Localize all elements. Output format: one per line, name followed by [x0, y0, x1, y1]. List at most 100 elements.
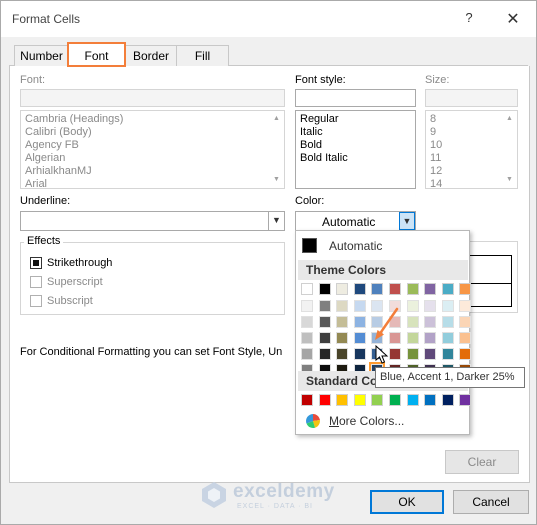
theme-shade-swatch[interactable] [301, 348, 313, 360]
font-list-item[interactable]: Algerian [21, 152, 284, 165]
more-colors-option[interactable]: More Colors... [298, 411, 468, 431]
standard-color-swatch[interactable] [424, 394, 437, 406]
font-list-item[interactable]: Arial [21, 178, 284, 188]
color-select[interactable]: Automatic ▼ [295, 211, 416, 231]
help-button[interactable]: ? [462, 10, 476, 28]
theme-shade-swatch[interactable] [336, 300, 349, 312]
font-style-item[interactable]: Bold Italic [296, 152, 415, 165]
size-list-scrollbar[interactable]: ▲ ▼ [502, 111, 517, 188]
standard-color-swatch[interactable] [318, 394, 331, 406]
font-style-list[interactable]: Regular Italic Bold Bold Italic [295, 110, 416, 189]
standard-color-swatch[interactable] [353, 394, 366, 406]
subscript-checkbox[interactable] [30, 295, 42, 307]
font-list-item[interactable]: ArhialkhanMJ [21, 165, 284, 178]
theme-shade-swatch[interactable] [424, 316, 437, 328]
theme-shade-swatch[interactable] [424, 332, 437, 344]
cancel-button[interactable]: Cancel [453, 490, 529, 514]
theme-shade-swatch[interactable] [336, 316, 349, 328]
superscript-label: Superscript [47, 276, 103, 288]
standard-color-swatch[interactable] [371, 394, 384, 406]
theme-color-swatch[interactable] [389, 283, 401, 295]
font-list-item[interactable]: Agency FB [21, 139, 284, 152]
theme-shade-swatch[interactable] [459, 332, 472, 344]
theme-shade-swatch[interactable] [441, 316, 454, 328]
font-list[interactable]: Cambria (Headings) Calibri (Body) Agency… [20, 110, 285, 189]
superscript-checkbox[interactable] [30, 276, 42, 288]
automatic-color-option[interactable]: Automatic [297, 232, 468, 258]
theme-color-swatch[interactable] [459, 283, 472, 295]
font-list-scrollbar[interactable]: ▲ ▼ [269, 111, 284, 188]
theme-shade-swatch[interactable] [389, 348, 401, 360]
font-name-input[interactable] [20, 89, 285, 107]
standard-color-swatch[interactable] [441, 394, 454, 406]
title-bar: Format Cells ? ✕ [1, 1, 536, 37]
font-list-item[interactable]: Cambria (Headings) [21, 113, 284, 126]
theme-shade-swatch[interactable] [353, 332, 366, 344]
theme-shade-swatch[interactable] [301, 316, 313, 328]
theme-shade-swatch[interactable] [318, 348, 331, 360]
standard-color-swatch[interactable] [389, 394, 401, 406]
conditional-formatting-note: For Conditional Formatting you can set F… [20, 346, 283, 358]
theme-shade-swatch[interactable] [336, 348, 349, 360]
theme-shade-swatch[interactable] [318, 316, 331, 328]
standard-color-swatch[interactable] [406, 394, 419, 406]
theme-shade-swatch[interactable] [353, 300, 366, 312]
theme-shade-swatch[interactable] [406, 348, 419, 360]
scroll-up-icon[interactable]: ▲ [502, 112, 517, 126]
tab-number[interactable]: Number [14, 45, 69, 66]
tab-font[interactable]: Font [67, 42, 126, 67]
font-list-item[interactable]: Calibri (Body) [21, 126, 284, 139]
scroll-down-icon[interactable]: ▼ [269, 173, 284, 187]
theme-color-swatch[interactable] [424, 283, 437, 295]
close-button[interactable]: ✕ [504, 9, 522, 28]
theme-color-swatch[interactable] [336, 283, 349, 295]
theme-color-swatch[interactable] [301, 283, 313, 295]
font-style-item[interactable]: Bold [296, 139, 415, 152]
dialog-title: Format Cells [12, 12, 81, 26]
theme-shade-swatch[interactable] [459, 300, 472, 312]
theme-color-swatch[interactable] [371, 283, 384, 295]
standard-color-swatch[interactable] [301, 394, 313, 406]
font-style-item[interactable]: Regular [296, 113, 415, 126]
strikethrough-checkbox[interactable] [30, 257, 42, 269]
standard-color-swatch[interactable] [459, 394, 472, 406]
theme-shade-swatch[interactable] [441, 332, 454, 344]
more-colors-label: More Colors... [329, 414, 405, 428]
size-input[interactable] [425, 89, 518, 107]
chevron-down-icon[interactable]: ▼ [399, 212, 415, 230]
tab-fill[interactable]: Fill [176, 45, 229, 66]
font-label: Font: [20, 74, 46, 86]
theme-shade-swatch[interactable] [301, 300, 313, 312]
theme-shade-swatch[interactable] [424, 300, 437, 312]
theme-color-swatch[interactable] [441, 283, 454, 295]
theme-shade-swatch[interactable] [459, 348, 472, 360]
strikethrough-label: Strikethrough [47, 257, 113, 269]
theme-shade-swatch[interactable] [318, 332, 331, 344]
theme-shade-swatch[interactable] [459, 316, 472, 328]
watermark-name: exceldemy [233, 481, 335, 502]
font-style-input[interactable] [295, 89, 416, 107]
theme-shade-swatch[interactable] [441, 348, 454, 360]
exceldemy-watermark: exceldemy EXCEL · DATA · BI [199, 478, 359, 514]
size-list[interactable]: 8 9 10 11 12 14 ▲ ▼ [425, 110, 518, 189]
font-style-item[interactable]: Italic [296, 126, 415, 139]
theme-color-swatch[interactable] [353, 283, 366, 295]
theme-color-swatch[interactable] [318, 283, 331, 295]
theme-shade-swatch[interactable] [336, 332, 349, 344]
theme-color-swatch[interactable] [406, 283, 419, 295]
theme-shade-swatch[interactable] [441, 300, 454, 312]
underline-select[interactable]: ▼ [20, 211, 285, 231]
scroll-up-icon[interactable]: ▲ [269, 112, 284, 126]
chevron-down-icon[interactable]: ▼ [268, 212, 284, 230]
theme-shade-swatch[interactable] [353, 348, 366, 360]
standard-color-swatch[interactable] [336, 394, 349, 406]
format-cells-dialog: Format Cells ? ✕ Number Font Border Fill… [0, 0, 537, 525]
ok-button[interactable]: OK [370, 490, 444, 514]
scroll-down-icon[interactable]: ▼ [502, 173, 517, 187]
theme-shade-swatch[interactable] [353, 316, 366, 328]
clear-button[interactable]: Clear [445, 450, 519, 474]
theme-shade-swatch[interactable] [318, 300, 331, 312]
tab-border[interactable]: Border [125, 45, 177, 66]
theme-shade-swatch[interactable] [424, 348, 437, 360]
theme-shade-swatch[interactable] [301, 332, 313, 344]
